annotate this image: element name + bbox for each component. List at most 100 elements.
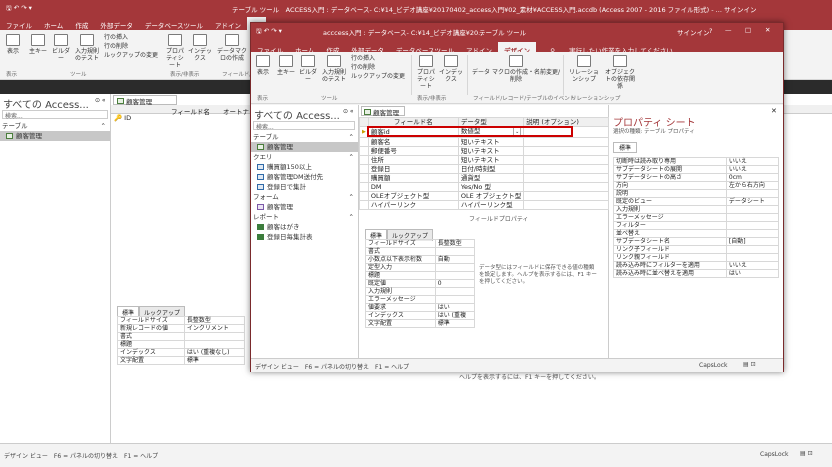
collapse-icon: ⌃ xyxy=(348,153,354,161)
front-ribbon: 表示 主キー ビルダー 入力規則のテスト 行の挿入 行の削除 ルックアップの変更… xyxy=(251,52,783,104)
nav-item-report-2[interactable]: 登録日毎集計表 xyxy=(251,232,358,242)
front-signin[interactable]: サインイン xyxy=(677,27,710,37)
front-close-button[interactable]: ✕ xyxy=(765,26,770,34)
back-view-icons[interactable]: ▤ ⊡ xyxy=(800,450,813,457)
front-macro-button[interactable]: データ マクロの作成・名前変更/削除 xyxy=(471,55,561,83)
property-sheet-table: 切断時は読み取り専用 いいえ サブデータシートの展開 いいえ サブデータシートの高さ… xyxy=(613,157,780,278)
view-icon xyxy=(256,55,270,67)
front-group-tools: ツール xyxy=(321,96,338,102)
index-icon xyxy=(444,55,458,67)
nav-section-forms[interactable]: フォーム ⌃ xyxy=(251,192,358,202)
relationship-icon xyxy=(577,55,591,67)
form-icon xyxy=(257,204,264,210)
front-ribbon-tabs: ファイル ホーム 作成 外部データ データベースツール アドイン デザイン ♀ 実行したい作… xyxy=(251,39,783,58)
back-test-rule-button[interactable]: 入力規則のテスト xyxy=(74,34,100,62)
front-test-rule-button[interactable]: 入力規則のテスト xyxy=(321,55,347,83)
collapse-icon: ⌃ xyxy=(348,193,354,201)
property-sheet-tab[interactable]: 標準 xyxy=(613,142,638,153)
table-row[interactable]: OLEオブジェクト型 OLE オブジェクト型 xyxy=(359,191,609,201)
nav-section-tables[interactable]: テーブル ⌃ xyxy=(251,132,358,142)
back-index-button[interactable]: インデックス xyxy=(188,34,212,62)
back-group-showhide: 表示/非表示 xyxy=(170,72,200,78)
nav-section-queries[interactable]: クエリ ⌃ xyxy=(251,152,358,162)
front-builder-button[interactable]: ビルダー xyxy=(297,55,319,83)
table-row[interactable]: 登録日 日付/時刻型 xyxy=(359,164,609,174)
table-row[interactable]: 購買額 通貨型 xyxy=(359,173,609,183)
front-group-view: 表示 xyxy=(257,96,269,102)
report-icon xyxy=(257,234,264,240)
property-sheet: ✕ プロパティ シート 選択の種類: テーブル プロパティ 標準 切断時は読み取… xyxy=(609,105,783,358)
back-view-button[interactable]: 表示 xyxy=(4,34,22,55)
back-nav-section-tables[interactable]: テーブル ⌃ xyxy=(0,121,110,131)
back-nav-collapse-icon[interactable]: ⊙ « xyxy=(95,97,106,104)
front-context-label: テーブル ツール xyxy=(479,29,527,37)
table-row[interactable]: 顧客名 短いテキスト xyxy=(359,137,609,147)
front-help-icon[interactable]: ? xyxy=(709,27,712,35)
front-nav-pane: すべての Access... ⊙ « 検索... テーブル ⌃ 顧客管理 クエリ ⌃… xyxy=(251,105,359,358)
front-delete-row-button[interactable]: 行の削除 xyxy=(351,64,375,72)
front-nav-collapse-icon[interactable]: ⊙ « xyxy=(343,108,354,115)
front-object-dep-button[interactable]: オブジェクトの依存関係 xyxy=(603,55,637,90)
front-view-icons[interactable]: ▤ ⊡ xyxy=(743,361,756,368)
back-title-bar: 🖫 ↶ ↷ ▾ テーブル ツール ACCESS入門 : データベース- C:¥1… xyxy=(0,0,832,17)
index-icon xyxy=(193,34,207,46)
back-builder-button[interactable]: ビルダー xyxy=(50,34,72,62)
front-index-button[interactable]: インデックス xyxy=(439,55,463,83)
back-doc-tab[interactable]: 顧客管理 xyxy=(113,95,177,106)
back-first-row[interactable]: 🔑 ID xyxy=(111,114,251,123)
nav-item-query-2[interactable]: 顧客管理DM送付先 xyxy=(251,172,358,182)
back-group-tools: ツール xyxy=(70,72,87,78)
front-relationship-button[interactable]: リレーションシップ xyxy=(567,55,601,83)
front-doc-tab[interactable]: 顧客管理 xyxy=(361,106,405,117)
front-window-title: acccess入門 : データベース- C:¥14_ビデオ講座¥20... xyxy=(323,29,485,37)
back-change-lookup-button[interactable]: ルックアップの変更 xyxy=(104,52,158,60)
nav-section-reports[interactable]: レポート ⌃ xyxy=(251,212,358,222)
front-view-button[interactable]: 表示 xyxy=(254,55,272,76)
back-quick-access[interactable]: 🖫 ↶ ↷ ▾ xyxy=(6,4,32,15)
back-status-left: デザイン ビュー F6 = パネルの切り替え F1 = ヘルプ xyxy=(4,453,159,460)
table-row[interactable]: 郵便番号 短いテキスト xyxy=(359,146,609,156)
front-primary-key-button[interactable]: 主キー xyxy=(276,55,296,76)
front-minimize-button[interactable]: — xyxy=(725,26,732,34)
front-insert-row-button[interactable]: 行の挿入 xyxy=(351,55,375,63)
back-delete-row-button[interactable]: 行の削除 xyxy=(104,43,128,51)
back-property-sheet-button[interactable]: プロパティシート xyxy=(164,34,186,69)
front-group-event: フィールド/レコード/テーブルのイベント xyxy=(473,96,576,102)
back-nav-title[interactable]: すべての Access... xyxy=(3,96,89,111)
back-macro-button[interactable]: データマクロの作成 xyxy=(216,34,248,62)
front-nav-search[interactable]: 検索... xyxy=(253,121,355,131)
query-icon xyxy=(257,164,264,170)
front-group-showhide: 表示/非表示 xyxy=(417,96,447,102)
test-icon xyxy=(80,34,94,46)
front-document: 顧客管理 フィールド名 データ型 説明 (オプション) ▶ 顧客id 数値型 ⌄ 顧客… xyxy=(359,105,609,358)
nav-item-table-customer[interactable]: 顧客管理 xyxy=(251,142,358,152)
nav-item-query-1[interactable]: 購買額150以上 xyxy=(251,162,358,172)
back-insert-row-button[interactable]: 行の挿入 xyxy=(104,34,128,42)
front-quick-access[interactable]: 🖫 ↶ ↷ ▾ xyxy=(256,27,282,38)
table-icon xyxy=(257,144,264,150)
front-status-right: CapsLock xyxy=(699,362,728,369)
back-primary-key-button[interactable]: 主キー xyxy=(28,34,48,55)
nav-item-report-1[interactable]: 顧客はがき xyxy=(251,222,358,232)
back-nav-search[interactable]: 検索... xyxy=(2,110,108,120)
front-status-left: デザイン ビュー F6 = パネルの切り替え F1 = ヘルプ xyxy=(255,364,410,371)
table-row[interactable]: DM Yes/No 型 xyxy=(359,182,609,192)
back-field-props: フィールドサイズ 長整数型 新規レコードの値 インクリメント 書式 標題 インデック… xyxy=(117,316,246,365)
front-property-sheet-button[interactable]: プロパティシート xyxy=(415,55,437,90)
front-nav-title[interactable]: すべての Access... xyxy=(254,107,340,122)
collapse-icon: ⌃ xyxy=(100,122,106,130)
table-row[interactable]: 住所 短いテキスト xyxy=(359,155,609,165)
nav-item-form-1[interactable]: 顧客管理 xyxy=(251,202,358,212)
back-nav-item-customer[interactable]: 顧客管理 xyxy=(0,131,110,141)
table-row[interactable]: ハイパーリンク ハイパーリンク型 xyxy=(359,200,609,210)
selection-highlight xyxy=(367,126,573,137)
table-icon xyxy=(117,98,124,104)
field-props-label: フィールドプロパティ xyxy=(469,216,529,223)
property-sheet-icon xyxy=(168,34,182,46)
front-change-lookup-button[interactable]: ルックアップの変更 xyxy=(351,73,405,81)
nav-item-query-3[interactable]: 登録日で集計 xyxy=(251,182,358,192)
property-sheet-close-icon[interactable]: ✕ xyxy=(771,107,777,115)
query-icon xyxy=(257,184,264,190)
front-group-rel: リレーションシップ xyxy=(571,96,621,102)
front-maximize-button[interactable]: □ xyxy=(745,26,751,34)
